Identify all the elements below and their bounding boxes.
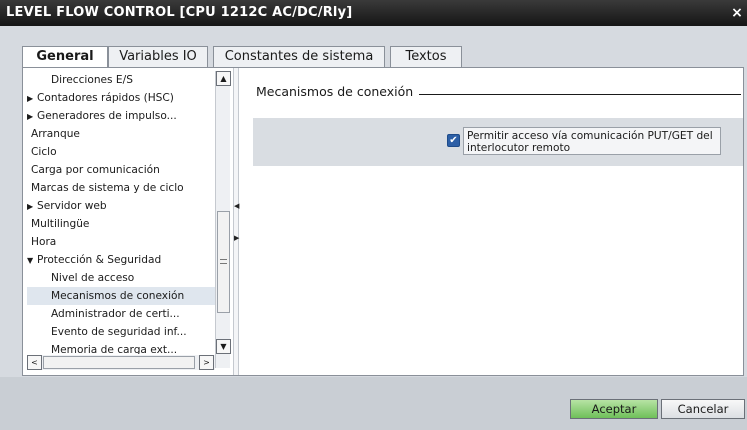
collapse-arrow-icon[interactable]: ▼ <box>27 252 37 270</box>
put-get-checkbox[interactable]: ✔ <box>447 134 460 147</box>
settings-content: Mecanismos de conexión ✔ Permitir acceso… <box>243 68 743 373</box>
tree-item-arranque[interactable]: Arranque <box>27 125 215 143</box>
window-title: LEVEL FLOW CONTROL [CPU 1212C AC/DC/Rly] <box>6 5 353 20</box>
scrollbar-thumb[interactable] <box>217 211 230 313</box>
option-group: ✔ Permitir acceso vía comunicación PUT/G… <box>253 118 743 166</box>
tree-item-contadores-rapidos[interactable]: ▶ Contadores rápidos (HSC) <box>27 89 215 107</box>
tree-item-multilingue[interactable]: Multilingüe <box>27 215 215 233</box>
navigation-tree: Direcciones E/S ▶ Contadores rápidos (HSC… <box>27 71 215 354</box>
tree-item-memoria-carga[interactable]: Memoria de carga ext... <box>27 341 215 354</box>
tree-item-mecanismos-conexion[interactable]: Mecanismos de conexión <box>27 287 215 305</box>
tree-item-proteccion-seguridad[interactable]: ▼ Protección & Seguridad <box>27 251 215 269</box>
pane-splitter[interactable]: ◀ ▶ <box>233 68 239 375</box>
tree-vertical-scrollbar[interactable]: ▲ ▼ <box>215 71 231 368</box>
scroll-left-icon[interactable]: < <box>27 355 42 370</box>
scroll-up-icon[interactable]: ▲ <box>216 71 231 86</box>
horizontal-scrollbar-thumb[interactable] <box>43 356 195 369</box>
title-bar: LEVEL FLOW CONTROL [CPU 1212C AC/DC/Rly]… <box>0 0 747 26</box>
section-title: Mecanismos de conexión <box>256 84 420 99</box>
grip-icon <box>220 259 227 264</box>
tree-item-carga-comunicacion[interactable]: Carga por comunicación <box>27 161 215 179</box>
tree-horizontal-scrollbar[interactable]: < > <box>27 355 215 370</box>
cancel-button[interactable]: Cancelar <box>661 399 745 419</box>
tree-item-evento-seguridad[interactable]: Evento de seguridad inf... <box>27 323 215 341</box>
close-icon[interactable]: × <box>731 0 743 26</box>
expand-arrow-icon[interactable]: ▶ <box>27 198 37 216</box>
tree-item-hora[interactable]: Hora <box>27 233 215 251</box>
splitter-right-arrow-icon[interactable]: ▶ <box>234 234 239 242</box>
dialog-footer: Aceptar Cancelar <box>0 377 747 430</box>
tree-item-servidor-web[interactable]: ▶ Servidor web <box>27 197 215 215</box>
scroll-down-icon[interactable]: ▼ <box>216 339 231 354</box>
put-get-checkbox-label: Permitir acceso vía comunicación PUT/GET… <box>463 127 721 155</box>
tree-item-nivel-acceso[interactable]: Nivel de acceso <box>27 269 215 287</box>
tab-textos[interactable]: Textos <box>390 46 462 68</box>
tab-constantes-sistema[interactable]: Constantes de sistema <box>213 46 385 68</box>
tab-variables-io[interactable]: Variables IO <box>108 46 208 68</box>
tree-item-generadores-impulso[interactable]: ▶ Generadores de impulso... <box>27 107 215 125</box>
accept-button[interactable]: Aceptar <box>570 399 658 419</box>
tree-item-administrador-certificados[interactable]: Administrador de certi... <box>27 305 215 323</box>
tab-panel: Direcciones E/S ▶ Contadores rápidos (HSC… <box>22 67 744 376</box>
expand-arrow-icon[interactable]: ▶ <box>27 108 37 126</box>
scroll-right-icon[interactable]: > <box>199 355 214 370</box>
expand-arrow-icon[interactable]: ▶ <box>27 90 37 108</box>
properties-dialog: LEVEL FLOW CONTROL [CPU 1212C AC/DC/Rly]… <box>0 0 747 430</box>
tree-item-marcas-sistema[interactable]: Marcas de sistema y de ciclo <box>27 179 215 197</box>
splitter-left-arrow-icon[interactable]: ◀ <box>234 202 239 210</box>
tab-general[interactable]: General <box>22 46 108 69</box>
tree-item-ciclo[interactable]: Ciclo <box>27 143 215 161</box>
tree-item-direcciones-es[interactable]: Direcciones E/S <box>27 71 215 89</box>
